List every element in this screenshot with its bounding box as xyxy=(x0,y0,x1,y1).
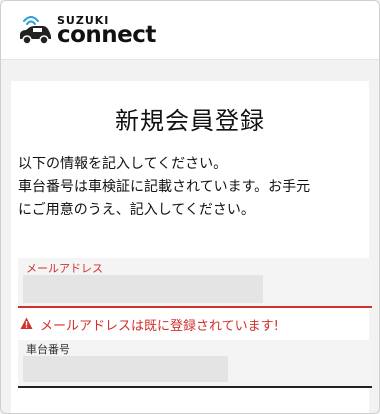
instruction-line: にご用意のうえ、記入してください。 xyxy=(18,202,255,218)
page-title: 新規会員登録 xyxy=(115,107,265,135)
logo-wordmark: connect xyxy=(57,22,156,48)
warning-icon xyxy=(20,317,33,329)
email-error-message: メールアドレスは既に登録されています! xyxy=(20,315,370,335)
instruction-line: 以下の情報を記入してください。 xyxy=(18,156,228,172)
email-input[interactable] xyxy=(23,275,263,303)
instructions: 以下の情報を記入してください。 車台番号は車検証に記載されています。お手元 にご… xyxy=(18,153,368,222)
header: SUZUKI connect xyxy=(1,1,379,60)
suzuki-connect-logo[interactable]: SUZUKI connect xyxy=(17,11,217,51)
car-wifi-icon xyxy=(20,16,51,45)
vehicle-number-input[interactable] xyxy=(23,356,228,382)
instruction-line: 車台番号は車検証に記載されています。お手元 xyxy=(18,179,311,195)
error-text: メールアドレスは既に登録されています! xyxy=(40,319,279,334)
vehicle-number-field[interactable]: 車台番号 xyxy=(18,340,372,388)
registration-card: 新規会員登録 以下の情報を記入してください。 車台番号は車検証に記載されています… xyxy=(11,81,372,413)
email-field-label: メールアドレス xyxy=(26,262,103,275)
email-field[interactable]: メールアドレス xyxy=(18,258,372,308)
vehicle-number-label: 車台番号 xyxy=(26,343,70,356)
app-frame: SUZUKI connect 新規会員登録 以下の情報を記入してください。 車台… xyxy=(0,0,380,414)
